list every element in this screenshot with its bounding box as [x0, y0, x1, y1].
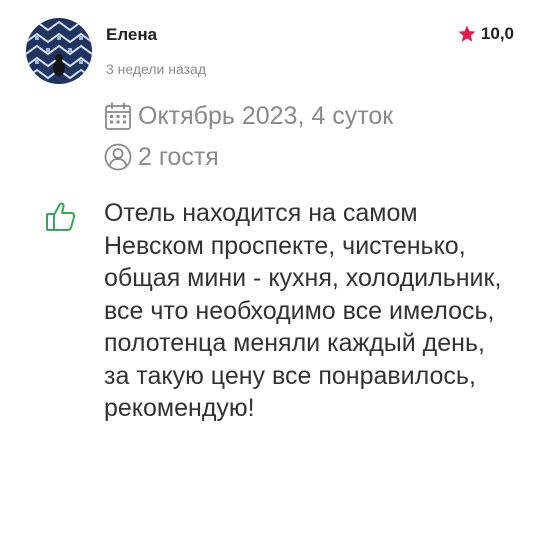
rating-badge: 10,0 — [457, 24, 514, 44]
review-date: 3 недели назад — [106, 61, 206, 77]
stay-text: Октябрь 2023, 4 суток — [138, 101, 394, 130]
thumbs-up-icon — [46, 202, 76, 231]
author-name: Елена — [106, 25, 158, 44]
guests-text: 2 гостя — [138, 142, 219, 171]
guests-icon — [104, 143, 132, 171]
rating-value: 10,0 — [480, 24, 514, 43]
review-text: Отель находится на самом Невском проспек… — [104, 199, 502, 422]
avatar — [26, 18, 92, 84]
stay-info: Октябрь 2023, 4 суток — [104, 101, 393, 131]
calendar-icon — [105, 102, 131, 130]
guests-info: 2 гостя — [104, 142, 219, 172]
review-card: Елена 3 недели назад 10,0 Октябрь 2023, … — [0, 0, 540, 540]
star-icon — [458, 25, 476, 42]
